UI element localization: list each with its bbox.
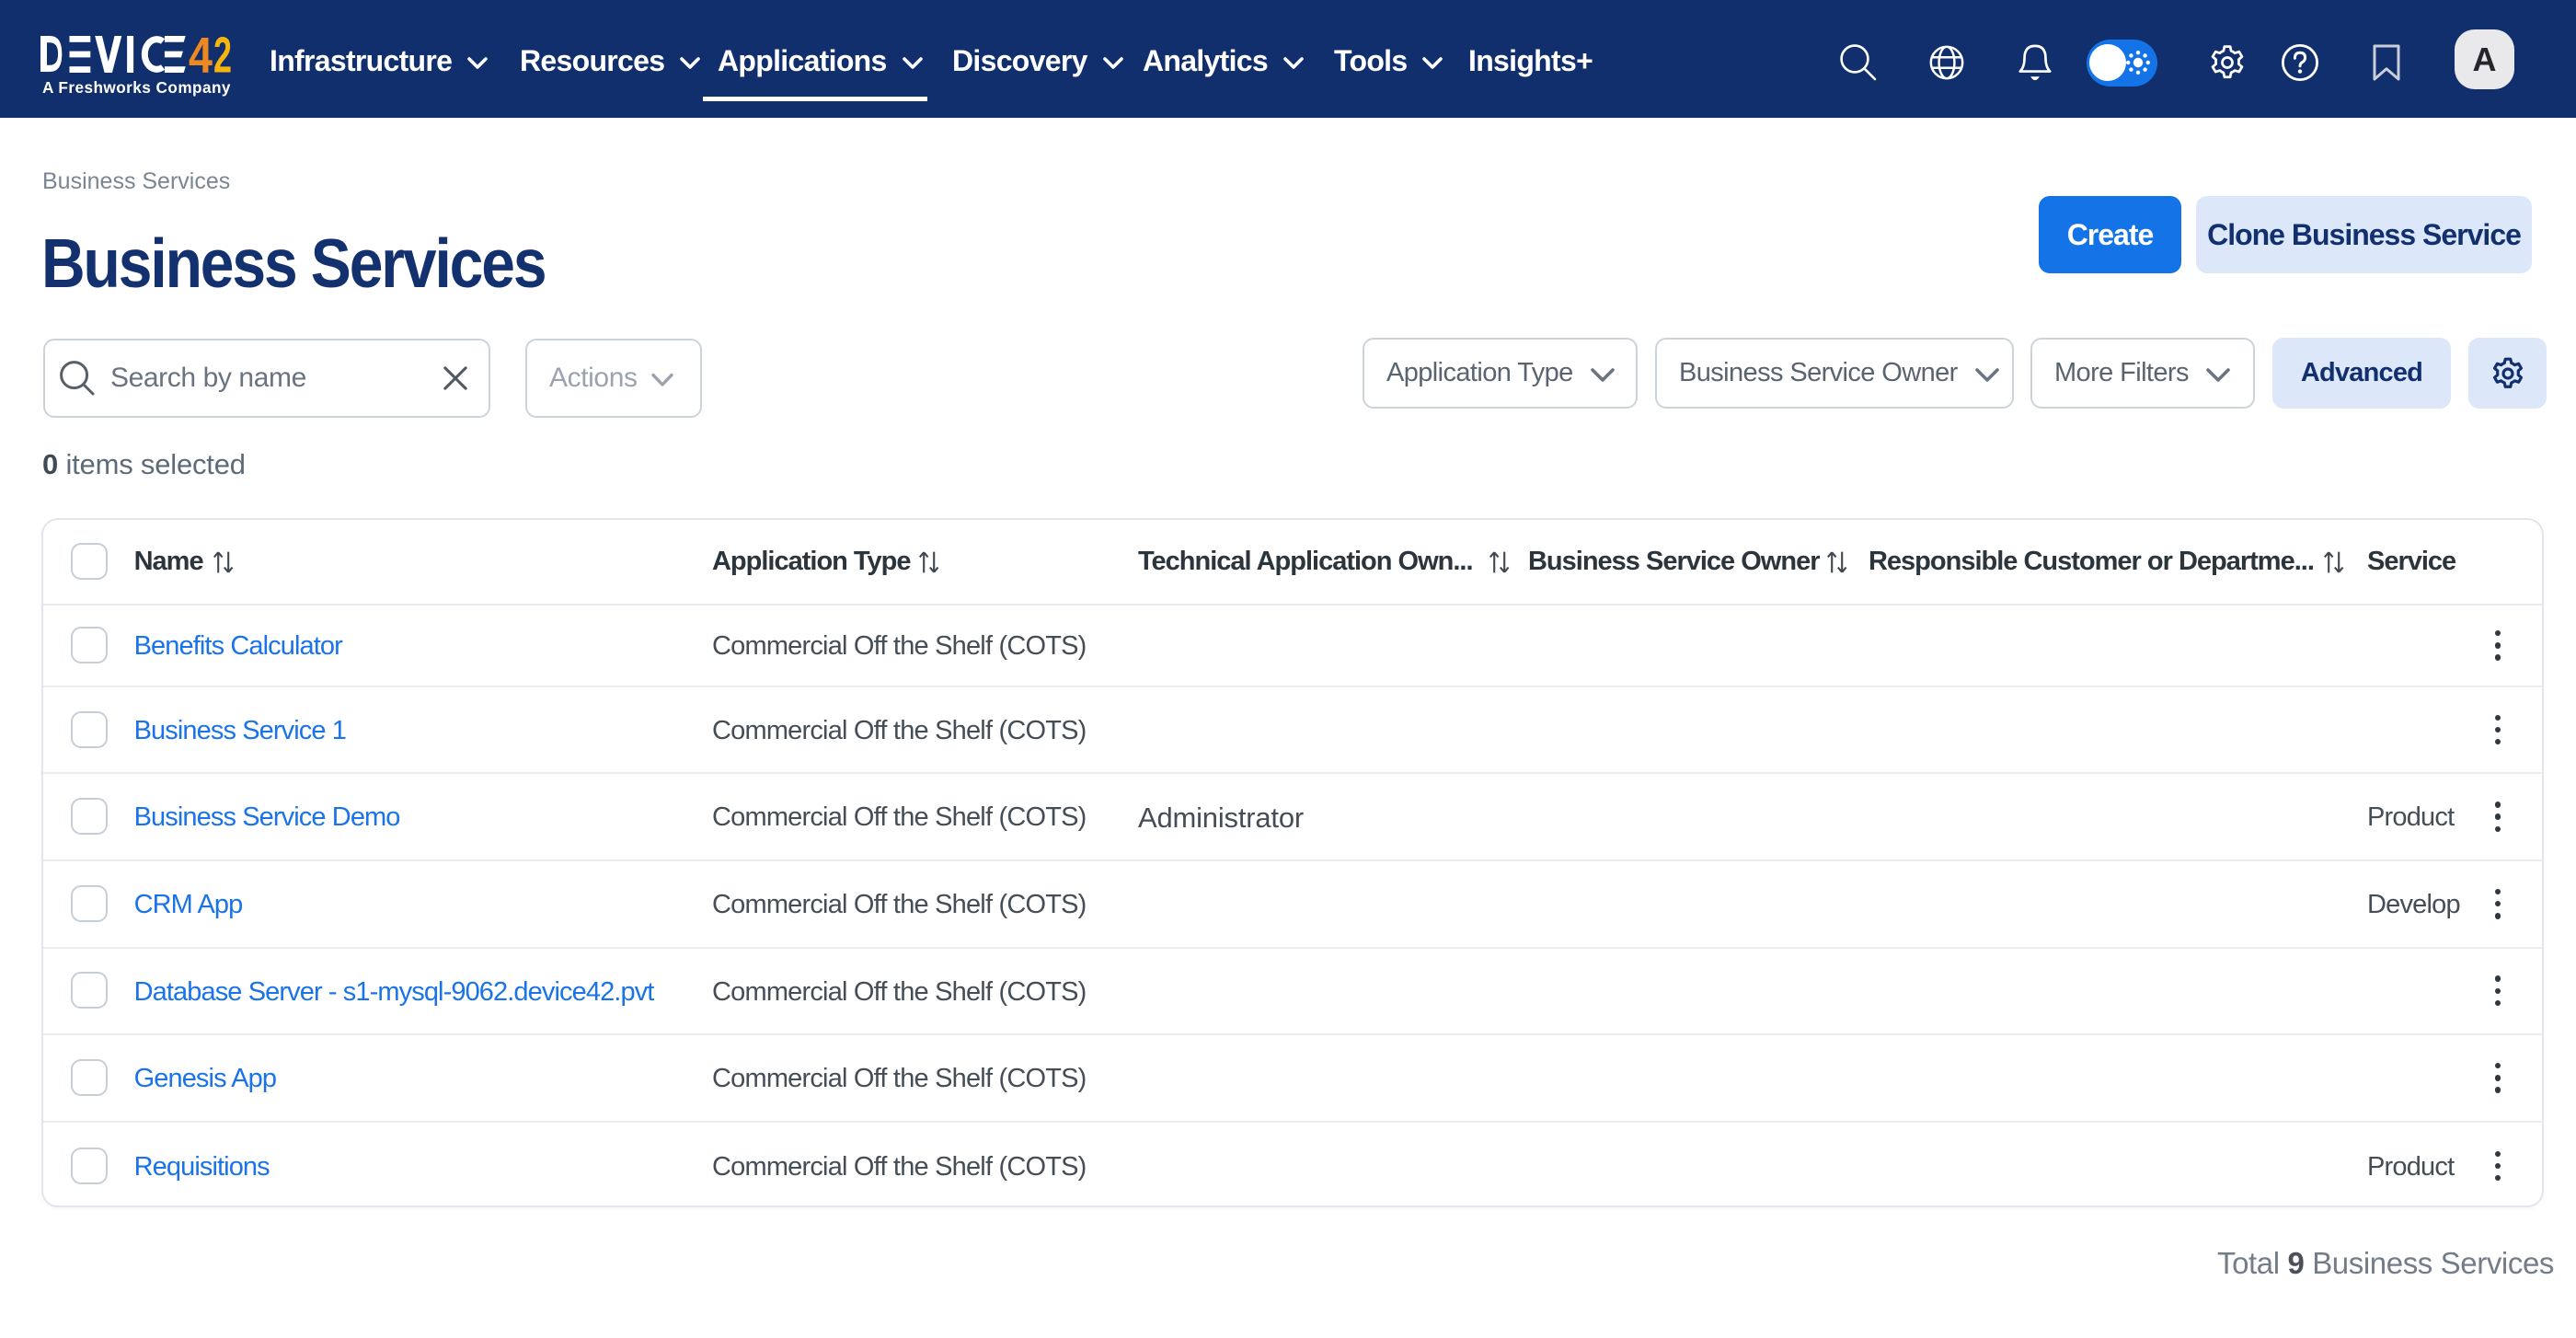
svg-text:4: 4 xyxy=(189,35,213,74)
svg-text:2: 2 xyxy=(213,35,232,74)
